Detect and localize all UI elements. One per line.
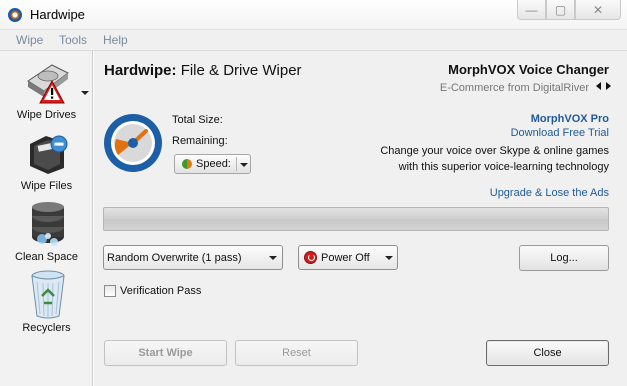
after-action-value: Power Off — [321, 252, 370, 264]
sidebar: Wipe Drives Wipe Files Clean Space Recyc… — [0, 51, 93, 386]
ad-next-icon[interactable] — [606, 82, 611, 90]
verification-pass-checkbox[interactable] — [104, 285, 116, 297]
speed-dropdown[interactable]: Speed: — [174, 154, 251, 174]
ad-description-line: Change your voice over Skype & online ga… — [380, 145, 609, 157]
menu-help[interactable]: Help — [103, 33, 128, 47]
total-size-label: Total Size: — [172, 114, 223, 126]
page-title: Hardwipe: File & Drive Wiper — [104, 62, 302, 79]
page-title-bold: Hardwipe: — [104, 62, 177, 79]
maximize-icon: ▢ — [554, 2, 567, 17]
close-icon: ✕ — [592, 2, 604, 17]
ad-product-link[interactable]: MorphVOX Pro — [531, 113, 609, 125]
sidebar-item-recyclers[interactable]: Recyclers — [0, 270, 93, 340]
power-icon — [304, 251, 317, 264]
ad-description-line: with this superior voice-learning techno… — [398, 161, 609, 173]
ad-previous-icon[interactable] — [596, 82, 601, 90]
speed-label: Speed: — [196, 158, 231, 170]
remaining-label: Remaining: — [172, 135, 228, 147]
chevron-down-icon — [385, 256, 393, 260]
menu-tools[interactable]: Tools — [59, 33, 87, 47]
hardwipe-app-icon — [8, 8, 22, 22]
file-folder-remove-icon — [30, 135, 68, 174]
close-button[interactable]: Close — [486, 340, 609, 366]
main-panel: Hardwipe: File & Drive Wiper MorphVOX Vo… — [94, 51, 627, 386]
minimize-icon: — — [525, 2, 538, 17]
window-controls: — ▢ ✕ — [517, 0, 621, 20]
wipe-progress-bar — [103, 207, 609, 231]
verification-pass-label[interactable]: Verification Pass — [120, 285, 201, 297]
sidebar-item-label: Recyclers — [22, 322, 71, 334]
sidebar-item-label: Clean Space — [15, 251, 78, 263]
upgrade-link[interactable]: Upgrade & Lose the Ads — [490, 187, 609, 199]
close-window-button[interactable]: ✕ — [575, 0, 621, 20]
page-title-rest: File & Drive Wiper — [180, 62, 302, 79]
ad-title: MorphVOX Voice Changer — [448, 62, 609, 77]
sidebar-item-label: Wipe Drives — [16, 109, 77, 121]
chevron-down-icon — [240, 163, 248, 167]
ad-description: Change your voice over Skype & online ga… — [380, 143, 609, 175]
sidebar-item-label: Wipe Files — [20, 180, 73, 192]
database-stack-icon — [32, 202, 64, 246]
title-bar: Hardwipe — ▢ ✕ — [0, 0, 627, 30]
window-title: Hardwipe — [30, 7, 85, 22]
after-action-select[interactable]: Power Off — [298, 245, 398, 270]
chevron-down-icon — [269, 256, 277, 260]
ad-download-link[interactable]: Download Free Trial — [511, 127, 609, 139]
log-button[interactable]: Log... — [519, 245, 609, 271]
speed-pie-icon — [182, 159, 192, 169]
recycle-bin-icon — [31, 270, 65, 319]
hard-drive-warning-icon — [27, 64, 69, 104]
speed-divider — [236, 157, 237, 171]
speed-dial-icon — [104, 114, 162, 172]
ad-subtitle: E-Commerce from DigitalRiver — [439, 82, 589, 94]
sidebar-item-clean-space[interactable]: Clean Space — [0, 199, 93, 269]
menu-bar: Wipe Tools Help — [0, 30, 627, 51]
minimize-button[interactable]: — — [517, 0, 546, 20]
start-wipe-button[interactable]: Start Wipe — [104, 340, 227, 366]
sidebar-item-wipe-files[interactable]: Wipe Files — [0, 128, 93, 198]
wipe-method-value: Random Overwrite (1 pass) — [107, 252, 242, 264]
wipe-drives-dropdown-icon[interactable] — [81, 91, 89, 95]
maximize-button[interactable]: ▢ — [546, 0, 575, 20]
sidebar-item-wipe-drives[interactable]: Wipe Drives — [0, 57, 93, 127]
reset-button[interactable]: Reset — [235, 340, 358, 366]
menu-wipe[interactable]: Wipe — [16, 33, 43, 47]
wipe-method-select[interactable]: Random Overwrite (1 pass) — [103, 245, 283, 270]
